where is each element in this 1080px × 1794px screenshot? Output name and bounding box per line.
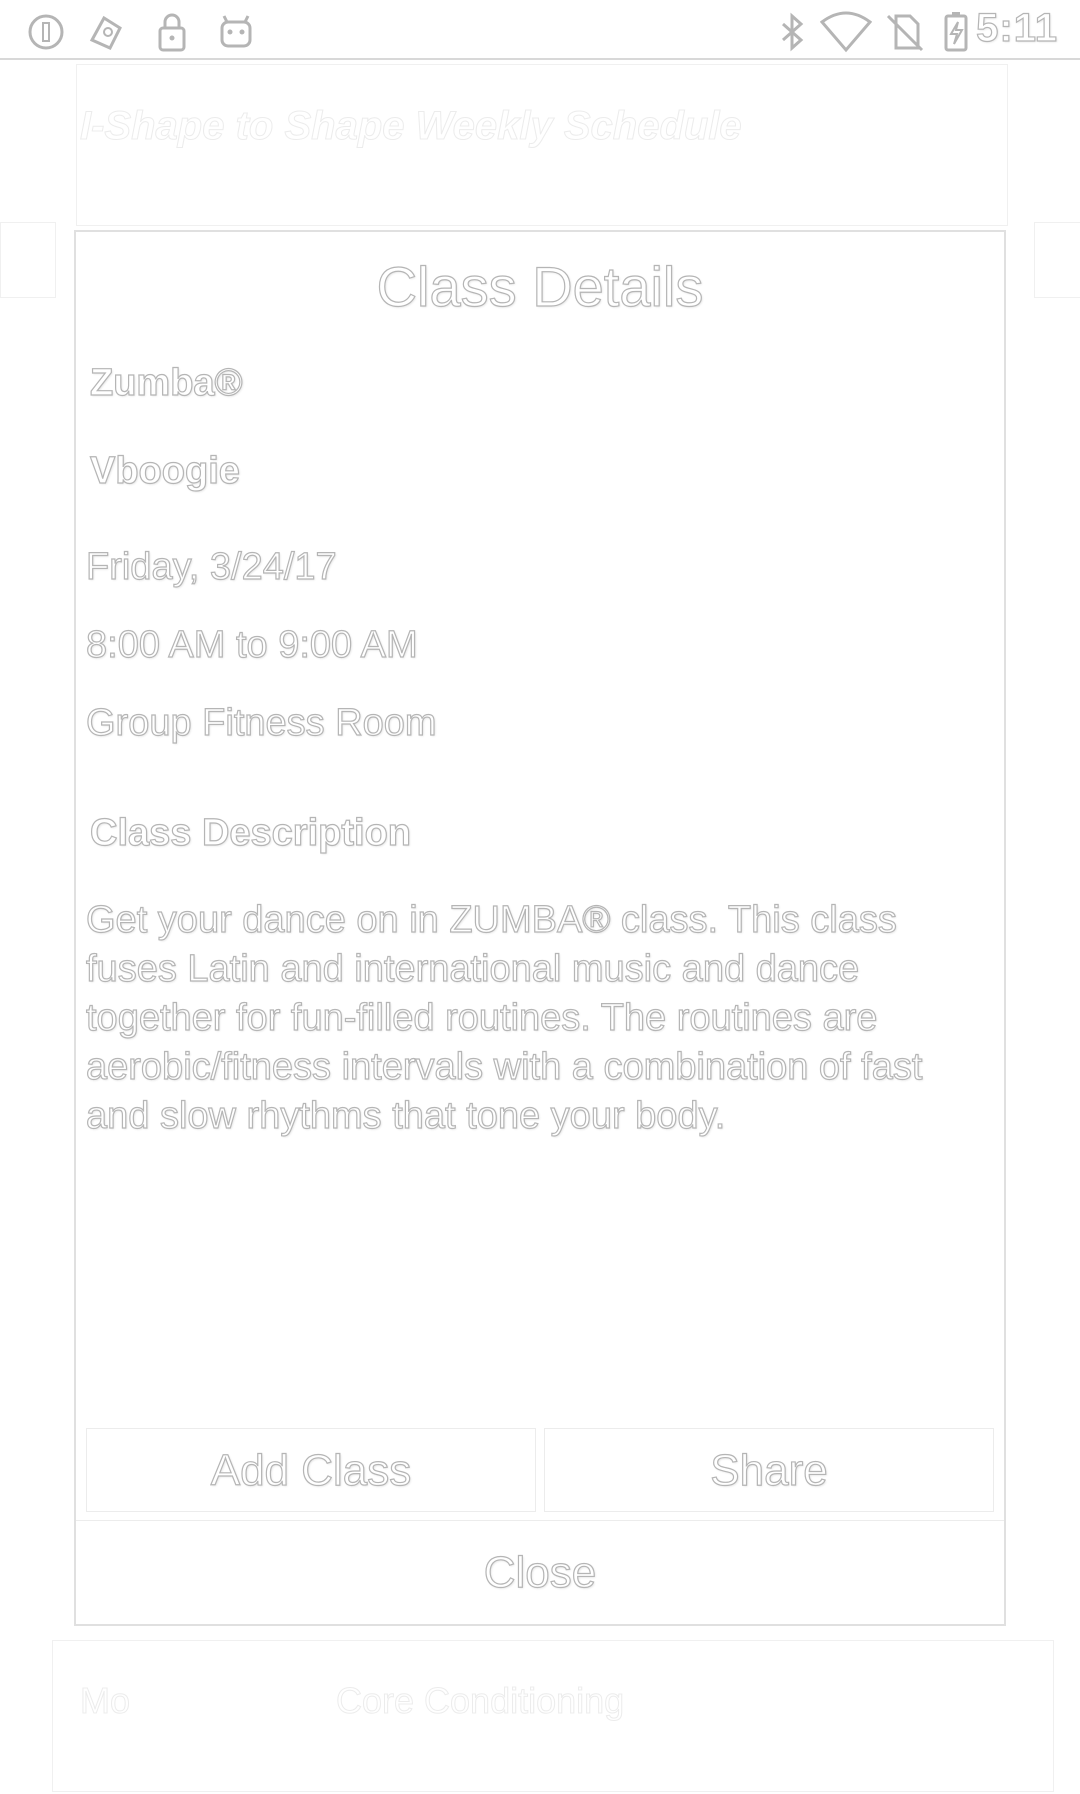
background-class-label: Core Conditioning [335,1680,625,1722]
description-heading: Class Description [89,811,411,854]
share-button[interactable]: Share [544,1428,994,1512]
status-bar: 5:11 [0,0,1080,60]
background-header-panel [76,64,1008,226]
class-details-dialog: Class Details Zumba® Vboogie Friday, 3/2… [74,230,1006,1626]
dialog-title: Class Details [376,254,704,318]
close-button[interactable]: Close [76,1520,1004,1624]
class-date: Friday, 3/24/17 [85,545,337,588]
battery-charging-icon [934,10,978,54]
class-description: Get your dance on in ZUMBA® class. This … [85,898,923,1137]
background-left-tab [0,222,56,298]
background-right-tab [1034,222,1080,298]
background-day-label: Mo [79,1680,131,1722]
lock-icon [150,10,194,54]
game-pad-icon [84,10,128,54]
class-time: 8:00 AM to 9:00 AM [85,623,418,666]
add-class-button[interactable]: Add Class [86,1428,536,1512]
class-name: Zumba® [89,361,243,404]
wifi-icon [819,10,873,54]
clock-time: 5:11 [976,5,1058,50]
bluetooth-icon [770,10,814,54]
no-sim-icon [882,10,926,54]
circle-info-icon [24,10,68,54]
class-room: Group Fitness Room [85,701,437,744]
android-icon [214,10,258,54]
instructor-name: Vboogie [89,449,240,492]
